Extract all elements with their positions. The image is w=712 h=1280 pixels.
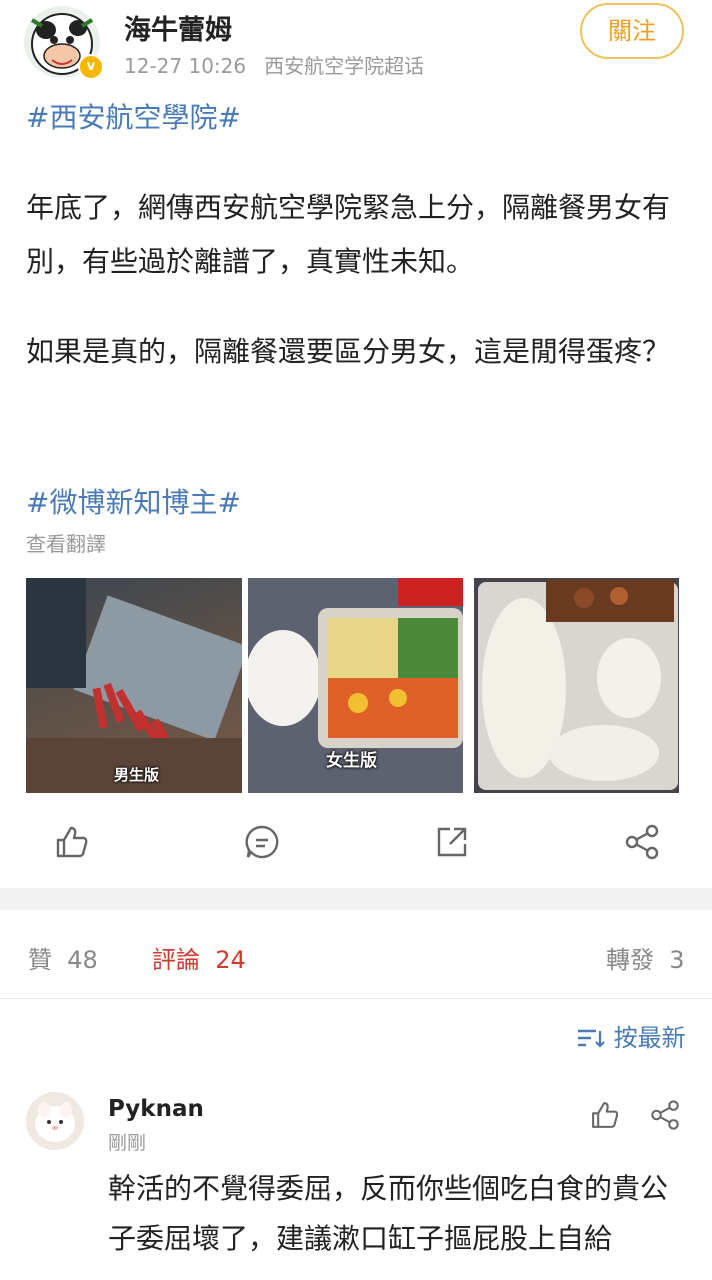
share-icon[interactable] [622, 822, 662, 862]
comments-label: 評論 [152, 946, 200, 974]
comment-icon[interactable] [242, 822, 282, 862]
reposts-count: 3 [669, 946, 685, 974]
post-image-1[interactable]: 男生版 [26, 578, 242, 793]
reposts-tab[interactable]: 轉發 3 [606, 940, 685, 975]
verified-badge-icon: v [78, 54, 104, 80]
comment-like-icon[interactable] [588, 1098, 622, 1132]
post-image-3[interactable] [474, 578, 679, 793]
likes-label: 贊 [28, 946, 52, 974]
image-caption-1: 男生版 [114, 766, 160, 784]
sort-button[interactable]: 按最新 [576, 1018, 686, 1053]
commenter-name[interactable]: Pyknan [108, 1096, 204, 1122]
comment-time: 剛剛 [108, 1132, 147, 1154]
sort-icon [578, 1029, 605, 1048]
hashtag-top[interactable]: #西安航空學院# [26, 96, 241, 136]
thumbs-up-icon[interactable] [52, 822, 92, 862]
image-caption-2: 女生版 [326, 751, 377, 771]
comments-tab[interactable]: 評論 24 [152, 940, 246, 975]
reposts-label: 轉發 [606, 946, 654, 974]
repost-icon[interactable] [432, 822, 472, 862]
post-paragraph-1: 年底了，網傳西安航空學院緊急上分，隔離餐男女有別，有些過於離譜了，真實性未知。 [26, 191, 671, 278]
sort-label: 按最新 [613, 1024, 686, 1052]
translate-link[interactable]: 查看翻譯 [26, 528, 106, 557]
likes-tab[interactable]: 贊 48 [28, 940, 98, 975]
post-time: 12-27 10:26 [124, 54, 247, 78]
hashtag-bottom[interactable]: #微博新知博主# [26, 481, 241, 521]
section-divider [0, 888, 712, 910]
follow-button[interactable]: 關注 [580, 3, 684, 59]
post-meta: 12-27 10:26 西安航空学院超话 [124, 50, 424, 79]
author-name[interactable]: 海牛蕾姆 [124, 8, 232, 47]
comments-count: 24 [215, 946, 246, 974]
post-source[interactable]: 西安航空学院超话 [264, 54, 424, 78]
comment-text: 幹活的不覺得委屈，反而你些個吃白食的貴公子委屈壞了，建議漱口缸子摳屁股上自給 [108, 1172, 669, 1255]
likes-count: 48 [67, 946, 98, 974]
stats-divider [0, 998, 712, 999]
post-paragraph-2: 如果是真的，隔離餐還要區分男女，這是閒得蛋疼？ [26, 335, 671, 368]
comment-share-icon[interactable] [648, 1098, 682, 1132]
post-image-2[interactable]: 女生版 [248, 578, 463, 793]
commenter-avatar[interactable] [26, 1092, 84, 1150]
